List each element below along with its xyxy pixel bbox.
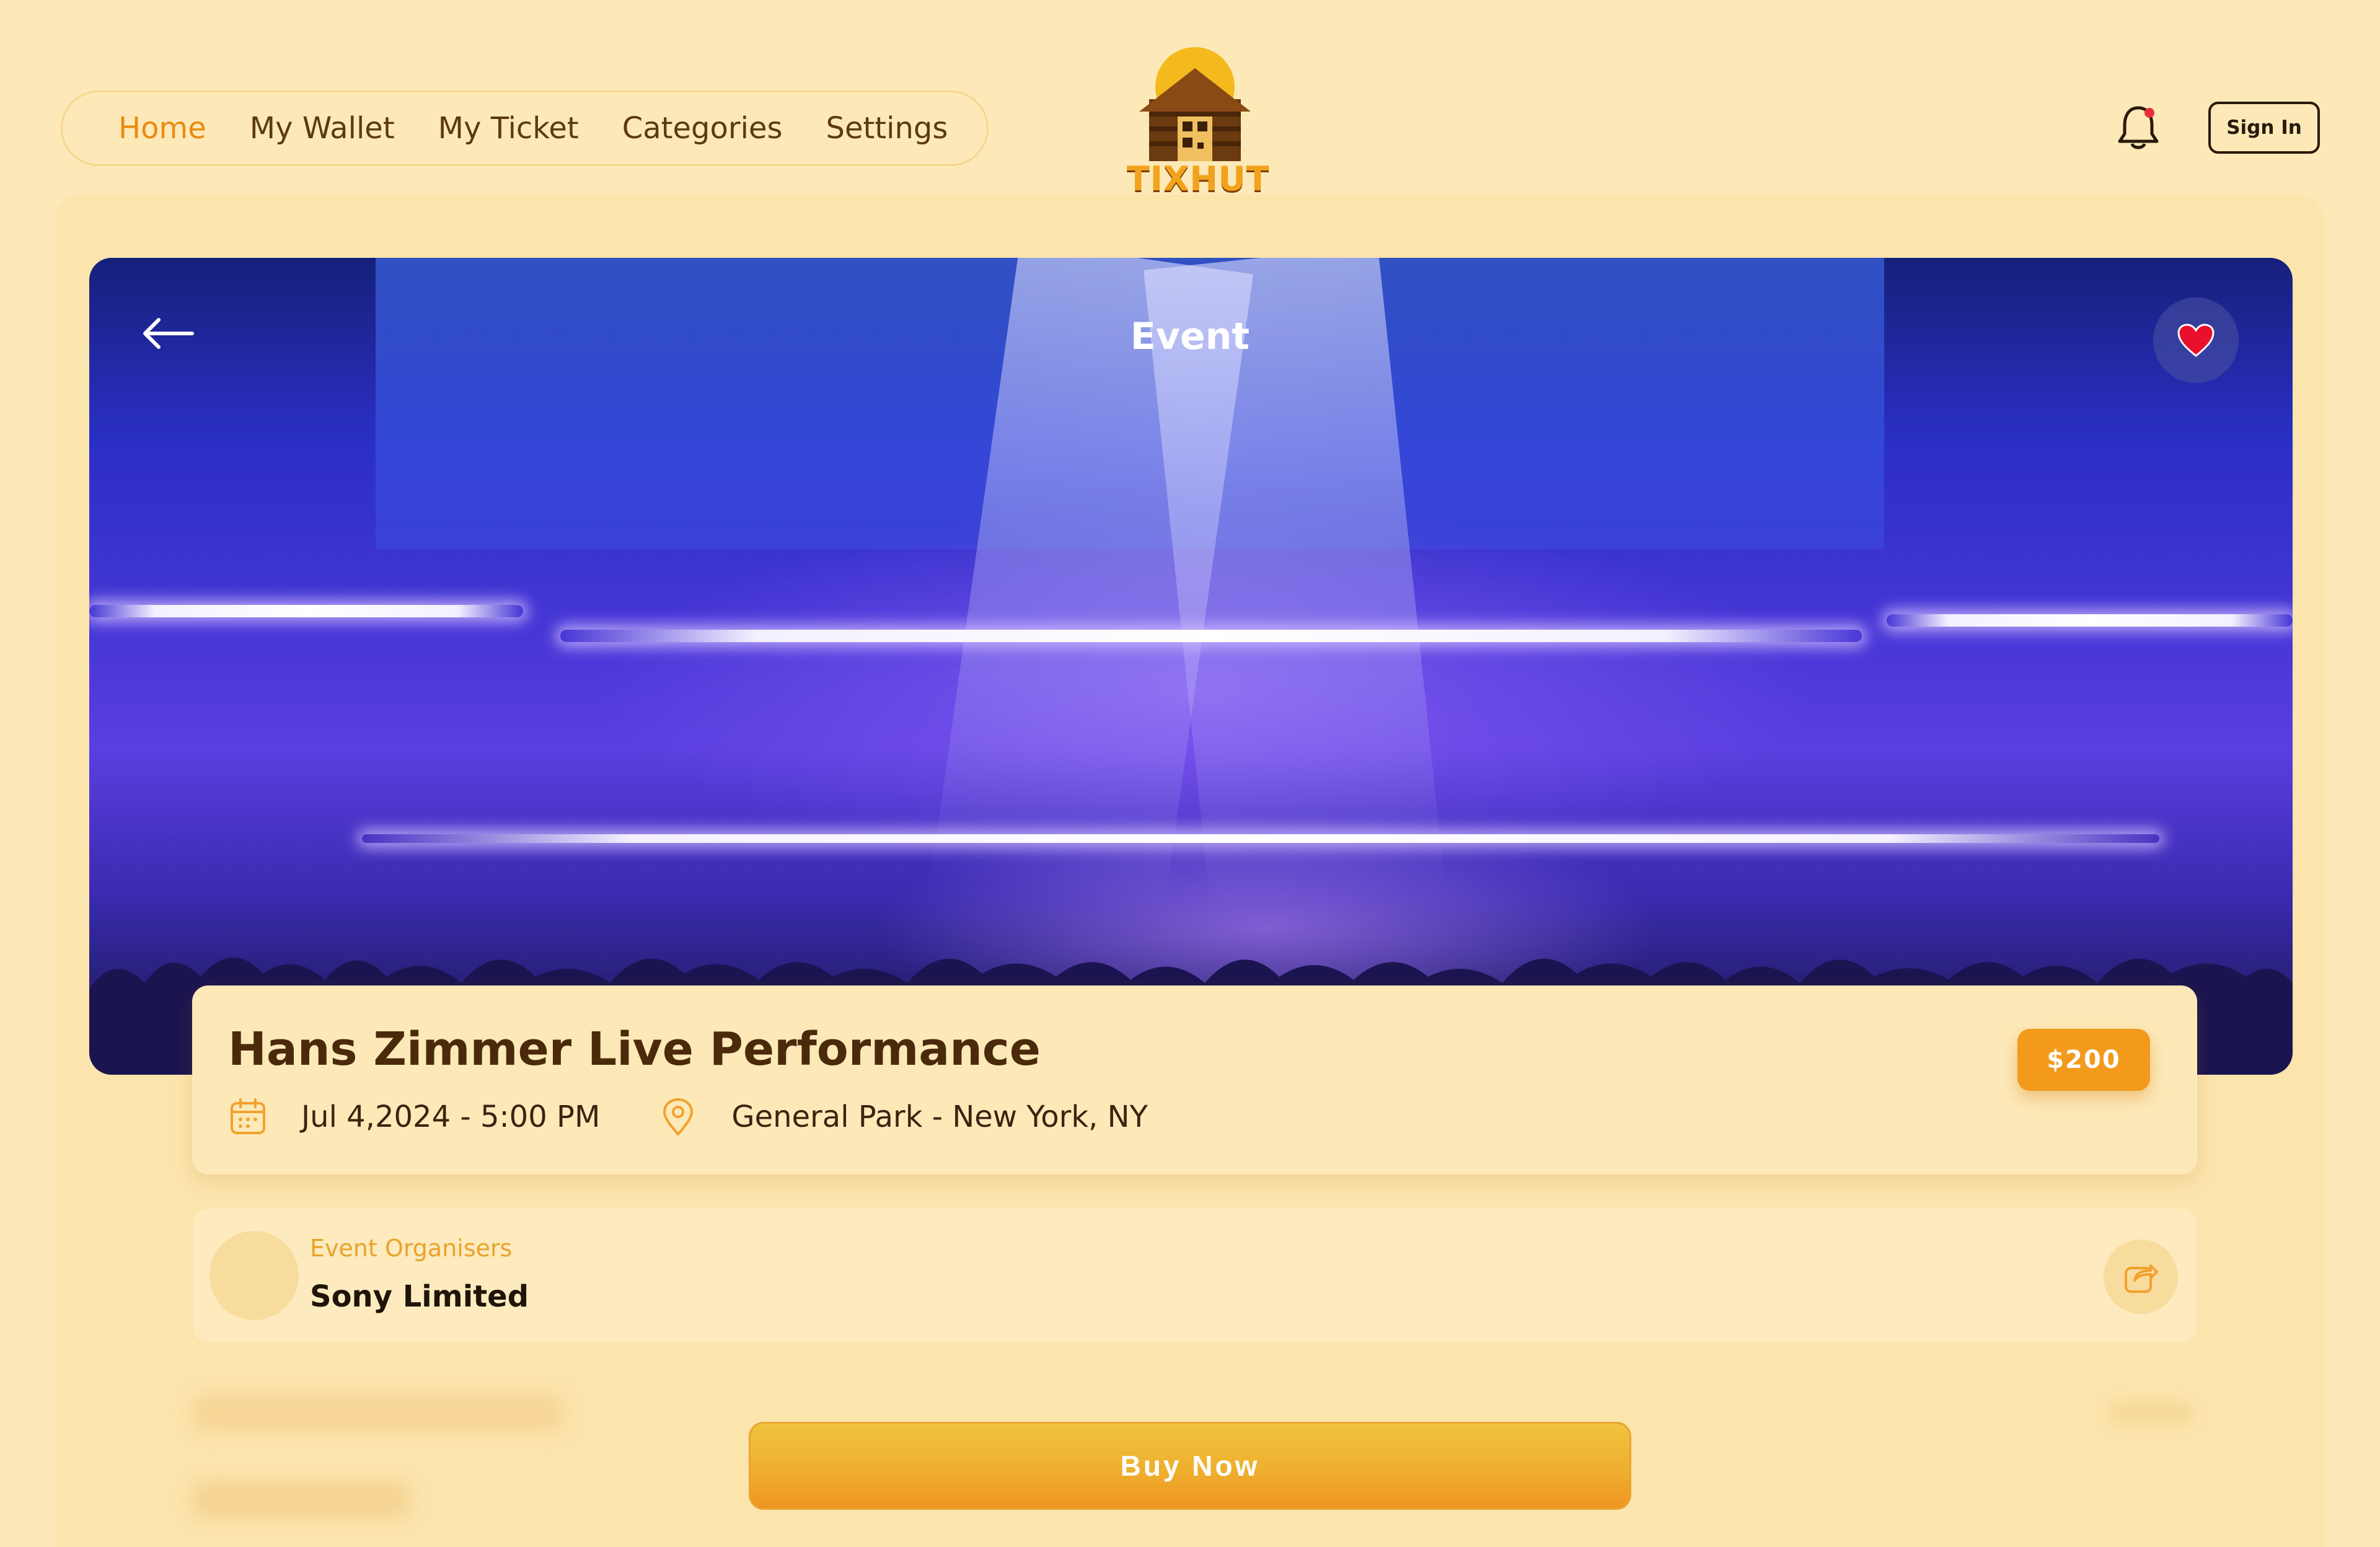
event-info-card: Hans Zimmer Live Performance Jul 4,2024 … <box>192 985 2197 1175</box>
blurred-attendees <box>192 1395 564 1432</box>
blurred-link <box>2107 1401 2194 1426</box>
brand-logo[interactable]: TIXHUT <box>1127 43 1270 198</box>
logo-text: TIXHUT <box>1127 159 1270 198</box>
buy-now-button[interactable]: Buy Now <box>749 1422 1631 1510</box>
event-hero-image <box>89 258 2293 1075</box>
cabin-icon <box>1139 47 1251 161</box>
hero-title: Event <box>1130 315 1250 358</box>
organizer-label: Event Organisers <box>310 1235 513 1262</box>
nav-item-categories[interactable]: Categories <box>622 111 783 146</box>
stage-lights <box>1887 614 2293 627</box>
main-nav: Home My Wallet My Ticket Categories Sett… <box>61 90 989 166</box>
nav-item-settings[interactable]: Settings <box>826 111 948 146</box>
favorite-button[interactable] <box>2153 298 2239 383</box>
blurred-section-title <box>192 1481 409 1518</box>
stage-lights <box>89 605 523 617</box>
event-meta: Jul 4,2024 - 5:00 PM General Park - New … <box>228 1097 1148 1137</box>
organizer-name[interactable]: Sony Limited <box>310 1279 529 1314</box>
price-badge[interactable]: $200 <box>2017 1029 2150 1091</box>
nav-item-home[interactable]: Home <box>118 111 206 146</box>
event-location: General Park - New York, NY <box>731 1100 1148 1134</box>
share-button[interactable] <box>2104 1240 2178 1314</box>
nav-item-my-wallet[interactable]: My Wallet <box>250 111 395 146</box>
share-icon <box>2125 1264 2158 1293</box>
sign-in-button[interactable]: Sign In <box>2208 102 2320 154</box>
nav-item-my-ticket[interactable]: My Ticket <box>438 111 579 146</box>
heart-icon <box>2177 324 2215 357</box>
back-arrow-icon[interactable] <box>140 315 196 352</box>
stage-lights <box>362 834 2159 843</box>
stage-lights <box>560 630 1862 642</box>
location-pin-icon <box>663 1098 694 1135</box>
calendar-icon <box>231 1098 265 1134</box>
bell-icon[interactable] <box>2115 103 2162 152</box>
event-date: Jul 4,2024 - 5:00 PM <box>301 1100 601 1134</box>
event-title: Hans Zimmer Live Performance <box>228 1023 1041 1076</box>
organizer-avatar <box>209 1231 299 1320</box>
organizer-card: Event Organisers Sony Limited <box>193 1209 2197 1342</box>
